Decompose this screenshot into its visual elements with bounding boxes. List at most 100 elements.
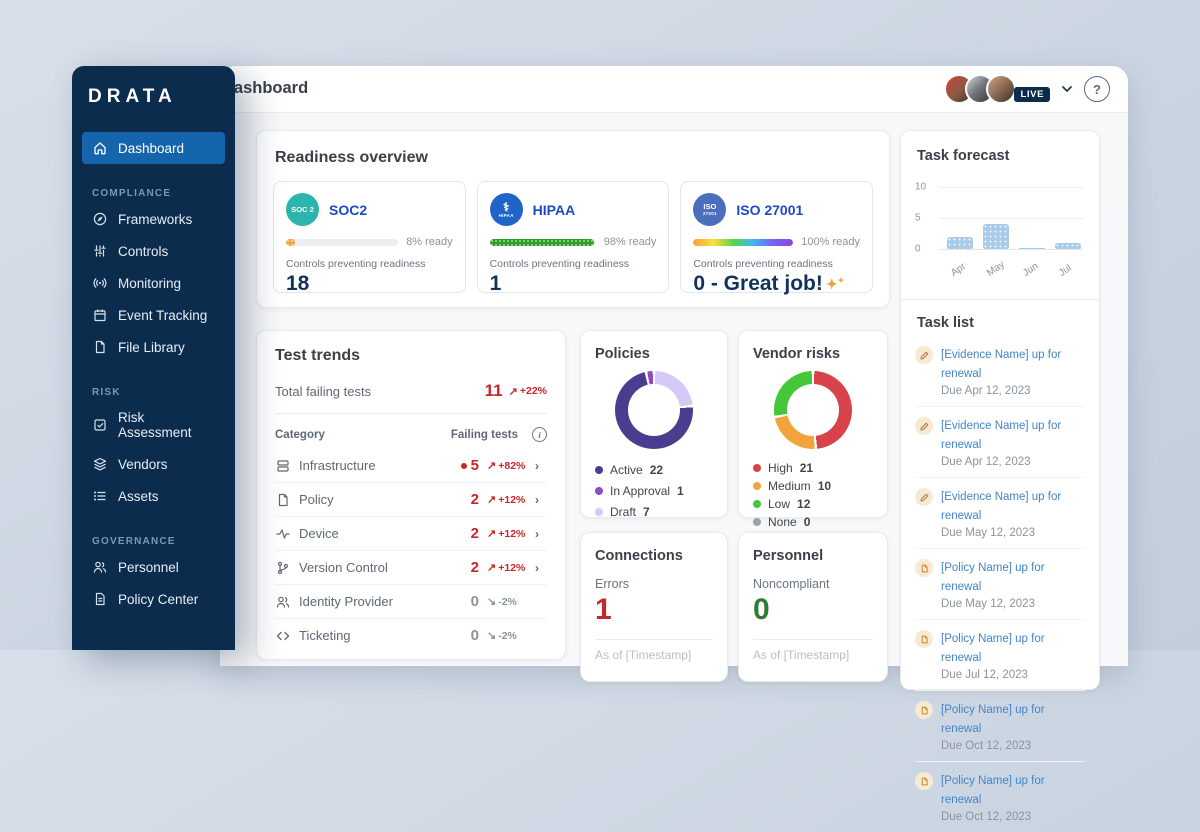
live-badge[interactable]: LIVE: [1014, 87, 1050, 102]
bar-jul[interactable]: [1055, 242, 1081, 249]
vendor-risks-title: Vendor risks: [753, 346, 841, 362]
trend-down-badge: ↘ -2%: [487, 629, 517, 643]
document-icon: [915, 701, 933, 720]
trend-up-badge: ↗ +12%: [487, 527, 526, 541]
task-due: Due Apr 12, 2023: [941, 385, 1031, 398]
sidebar-item-label: Vendors: [118, 456, 168, 472]
sidebar-item-frameworks[interactable]: Frameworks: [82, 203, 225, 235]
help-icon[interactable]: ?: [1084, 76, 1110, 102]
framework-card-soc2[interactable]: SOC 2 SOC2 8% ready Controls preventing …: [273, 181, 466, 295]
iso-badge-icon: ISO 27001: [693, 193, 727, 226]
legend-item: Active 22: [595, 459, 713, 480]
framework-card-iso27001[interactable]: ISO 27001 ISO 27001 100% ready Controls …: [680, 181, 874, 295]
sidebar-item-vendors[interactable]: Vendors: [82, 448, 225, 480]
column-category: Category: [275, 428, 325, 441]
bar-apr[interactable]: [947, 236, 973, 249]
divider: [595, 639, 713, 640]
divider: [753, 639, 873, 640]
trend-up-icon: ↗: [487, 494, 497, 506]
legend-dot: [595, 507, 603, 516]
trend-row-policy[interactable]: Policy 2 ↗ +12% ›: [275, 483, 547, 517]
trend-row-identity-provider: Identity Provider 0 ↘ -2%: [275, 585, 547, 619]
badge-text: 27001: [702, 210, 717, 216]
drata-logo: DRATA: [88, 86, 177, 107]
legend-item: High 21: [753, 459, 873, 477]
row-label: Policy: [299, 492, 334, 507]
sidebar-section-governance: GOVERNANCE: [92, 536, 176, 547]
readiness-title: Readiness overview: [275, 149, 428, 166]
personnel-title: Personnel: [753, 548, 824, 564]
trend-up-icon: ↗: [487, 562, 497, 574]
bar-jun[interactable]: [1019, 247, 1045, 249]
policies-donut-chart: [615, 371, 693, 449]
legend-item: Low 12: [753, 495, 873, 513]
connections-card: Connections Errors 1 As of [Timestamp]: [580, 532, 728, 682]
sidebar: DRATA Dashboard COMPLIANCE Frameworks Co…: [72, 66, 235, 650]
task-item: [Evidence Name] up for renewal Due Apr 1…: [915, 407, 1085, 479]
row-value: 2: [470, 491, 479, 508]
task-due: Due Jul 12, 2023: [941, 669, 1028, 682]
legend-dot: [595, 465, 603, 474]
sidebar-item-personnel[interactable]: Personnel: [82, 551, 225, 583]
test-trends-title: Test trends: [275, 347, 361, 364]
sidebar-item-label: Risk Assessment: [118, 410, 192, 440]
sidebar-item-file-library[interactable]: File Library: [82, 331, 225, 363]
alert-dot: [460, 462, 467, 469]
progress-track: [286, 238, 399, 246]
info-icon[interactable]: i: [532, 427, 547, 442]
chevron-right-icon[interactable]: ›: [535, 493, 547, 507]
trend-down-badge: ↘ -2%: [487, 595, 517, 609]
legend-dot: [753, 464, 761, 472]
chevron-right-icon[interactable]: ›: [535, 459, 547, 473]
sidebar-item-monitoring[interactable]: Monitoring: [82, 267, 225, 299]
hipaa-badge-icon: ⚕ HIPAA: [489, 193, 523, 226]
chevron-right-icon[interactable]: ›: [535, 527, 547, 541]
legend-dot: [753, 482, 761, 490]
trend-row-infrastructure[interactable]: Infrastructure 5 ↗ +82% ›: [275, 449, 547, 483]
chevron-right-icon[interactable]: ›: [535, 561, 547, 575]
sidebar-item-label: Policy Center: [118, 591, 199, 607]
check-square-icon: [94, 419, 106, 431]
personnel-footer: As of [Timestamp]: [753, 648, 850, 662]
legend-item: None 0: [753, 513, 873, 531]
task-link[interactable]: [Policy Name] up for renewal: [941, 562, 1045, 593]
task-link[interactable]: [Evidence Name] up for renewal: [941, 491, 1061, 522]
row-label: Ticketing: [299, 628, 351, 643]
x-tick-label: Jul: [1057, 262, 1074, 280]
sidebar-item-event-tracking[interactable]: Event Tracking: [82, 299, 225, 331]
row-label: Version Control: [299, 560, 388, 575]
task-link[interactable]: [Evidence Name] up for renewal: [941, 420, 1061, 451]
app-header: Dashboard LIVE ?: [220, 66, 1128, 113]
trend-up-badge: ↗ +22%: [508, 385, 547, 398]
row-value: 0: [470, 593, 479, 610]
avatar[interactable]: [986, 74, 1017, 104]
sidebar-item-policy-center[interactable]: Policy Center: [82, 583, 225, 615]
bar-may[interactable]: [983, 224, 1009, 249]
controls-label: Controls preventing readiness: [489, 258, 630, 270]
task-item: [Evidence Name] up for renewal Due Apr 1…: [915, 336, 1085, 408]
trend-up-icon: ↗: [487, 460, 497, 472]
personnel-card: Personnel Noncompliant 0 As of [Timestam…: [738, 532, 888, 682]
task-link[interactable]: [Policy Name] up for renewal: [941, 775, 1045, 806]
task-link[interactable]: [Policy Name] up for renewal: [941, 633, 1045, 664]
total-failing-value: 11: [484, 381, 503, 400]
avatar-group[interactable]: [944, 74, 1017, 104]
task-link[interactable]: [Evidence Name] up for renewal: [941, 349, 1061, 380]
badge-glyph: ⚕: [502, 199, 510, 214]
controls-label: Controls preventing readiness: [693, 258, 833, 270]
sidebar-item-assets[interactable]: Assets: [82, 480, 225, 512]
progress-fill: [489, 238, 594, 246]
task-link[interactable]: [Policy Name] up for renewal: [941, 704, 1045, 735]
sidebar-item-risk-assessment[interactable]: Risk Assessment: [82, 402, 225, 448]
trend-row-device[interactable]: Device 2 ↗ +12% ›: [275, 517, 547, 551]
broadcast-icon: [93, 278, 107, 288]
file-icon: [95, 340, 105, 354]
sidebar-item-label: Frameworks: [118, 211, 193, 227]
ready-label: 100% ready: [801, 236, 861, 248]
sidebar-item-dashboard[interactable]: Dashboard: [82, 132, 225, 164]
framework-name: ISO 27001: [736, 201, 804, 218]
trend-row-version-control[interactable]: Version Control 2 ↗ +12% ›: [275, 551, 547, 585]
chevron-down-icon[interactable]: [1060, 82, 1074, 96]
sidebar-item-controls[interactable]: Controls: [82, 235, 225, 267]
framework-card-hipaa[interactable]: ⚕ HIPAA HIPAA 98% ready Controls prevent…: [476, 181, 670, 295]
